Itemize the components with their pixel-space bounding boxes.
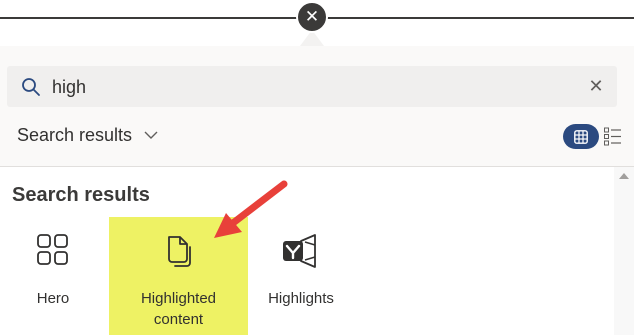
- hero-icon: [37, 234, 68, 265]
- grid-view-toggle[interactable]: [563, 124, 599, 149]
- result-tile-label-line-2: content: [153, 311, 204, 328]
- grid-view-icon: [574, 129, 588, 144]
- scroll-up-arrow[interactable]: [619, 173, 629, 179]
- chevron-down-icon: [144, 131, 158, 139]
- result-tile-label: Highlights: [268, 290, 334, 307]
- red-arrow-icon: [214, 180, 288, 238]
- scrollbar[interactable]: [614, 167, 634, 335]
- result-tile-label: Hero: [36, 290, 70, 307]
- result-tile-hero[interactable]: Hero: [0, 217, 118, 335]
- close-icon: ✕: [304, 7, 320, 26]
- close-button[interactable]: ✕: [296, 1, 328, 33]
- search-input[interactable]: [52, 74, 572, 100]
- highlighted-content-icon: [167, 236, 191, 267]
- result-tile-label: Highlighted content: [109, 288, 248, 330]
- list-view-icon[interactable]: [604, 126, 622, 146]
- filter-dropdown-label: Search results: [17, 124, 133, 145]
- search-box[interactable]: ✕: [7, 66, 617, 107]
- filter-dropdown[interactable]: Search results: [17, 122, 158, 148]
- results-area: Search results Hero Highlighted content: [0, 167, 614, 335]
- search-icon: [22, 78, 40, 96]
- result-tile-label-line-1: Highlighted: [140, 290, 217, 307]
- clear-search-icon[interactable]: ✕: [587, 77, 605, 95]
- results-heading: Search results: [12, 184, 150, 206]
- toolbox-panel: ✕ Search results Search results: [0, 46, 634, 335]
